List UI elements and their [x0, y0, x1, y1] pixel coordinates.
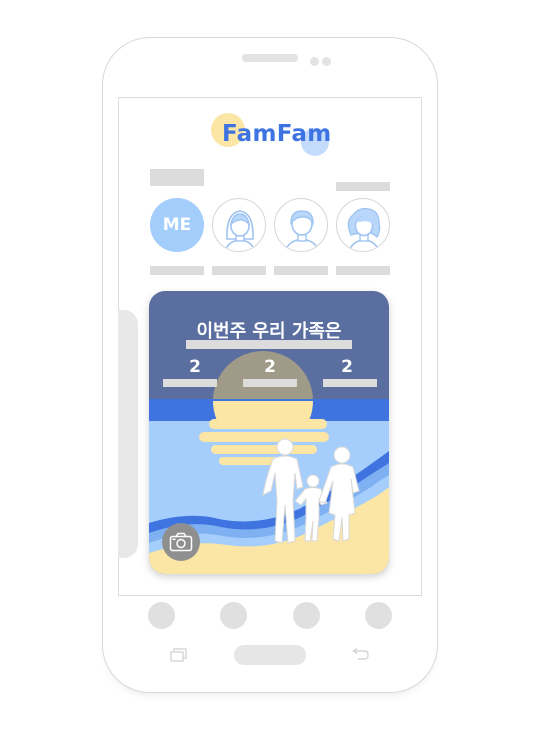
girl-avatar-icon [224, 210, 256, 251]
profile-girl[interactable] [212, 198, 266, 252]
back-icon[interactable] [350, 648, 370, 662]
profile-boy[interactable] [274, 198, 328, 252]
stat-value: 2 [189, 357, 201, 377]
front-camera-icon [310, 57, 319, 66]
home-key[interactable] [234, 645, 306, 665]
mother-avatar-icon [347, 207, 381, 251]
recent-apps-icon[interactable] [170, 648, 188, 662]
phone-speaker [242, 54, 298, 62]
stat-value: 2 [264, 357, 276, 377]
camera-icon [169, 532, 193, 552]
stat-value: 2 [341, 357, 353, 377]
card-subtitle-placeholder [186, 340, 352, 349]
nav-item-3[interactable] [293, 602, 320, 629]
nav-item-4[interactable] [365, 602, 392, 629]
nav-item-1[interactable] [148, 602, 175, 629]
profile-name-placeholder [336, 266, 390, 275]
nav-item-2[interactable] [220, 602, 247, 629]
profile-me[interactable]: ME [150, 198, 204, 252]
section-title-placeholder [150, 169, 204, 186]
stat-label-placeholder [323, 379, 377, 387]
section-action-placeholder[interactable] [336, 182, 390, 191]
profile-name-placeholder [212, 266, 266, 275]
profile-name-placeholder [150, 266, 204, 275]
stat-label-placeholder [243, 379, 297, 387]
profile-name-placeholder [274, 266, 328, 275]
previous-card-peek[interactable] [118, 310, 138, 558]
boy-avatar-icon [284, 210, 320, 251]
app-logo: FamFam [222, 121, 332, 147]
sensor-icon [322, 57, 331, 66]
profile-me-label: ME [162, 215, 192, 235]
profile-mother[interactable] [336, 198, 390, 252]
stat-label-placeholder [163, 379, 217, 387]
camera-button[interactable] [162, 523, 200, 561]
